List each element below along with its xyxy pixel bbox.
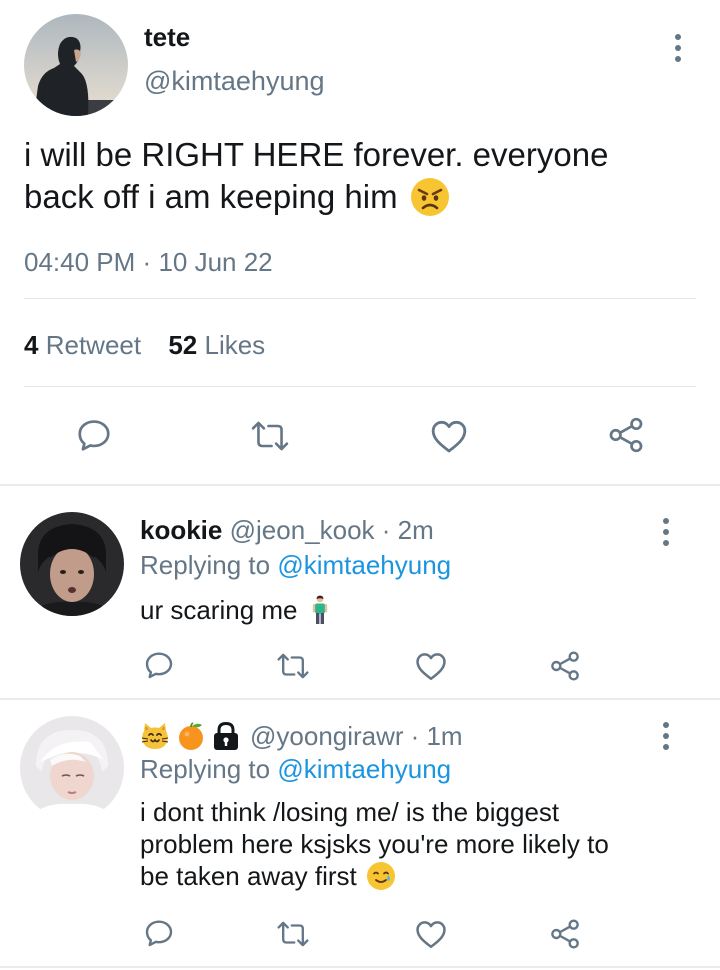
- retweet-icon[interactable]: [276, 651, 310, 681]
- reply-text-line: problem here ksjsks you're more likely t…: [140, 829, 609, 859]
- main-tweet-text: i will be RIGHT HERE forever. everyone b…: [24, 134, 704, 218]
- main-more-options-icon[interactable]: [674, 34, 682, 62]
- section-divider: [0, 484, 720, 486]
- replying-to-link[interactable]: @kimtaehyung: [277, 550, 451, 580]
- retweet-label: Retweet: [45, 330, 142, 360]
- cat-face-emoji: [140, 721, 170, 751]
- section-divider: [0, 966, 720, 968]
- like-icon[interactable]: [414, 918, 448, 950]
- retweet-icon[interactable]: [250, 418, 290, 454]
- reply-author-handle[interactable]: @jeon_kook: [230, 515, 375, 545]
- standing-person-emoji: [312, 595, 328, 625]
- angry-face-emoji: [410, 177, 450, 217]
- reply-context: Replying to @kimtaehyung: [140, 549, 451, 581]
- reply-header: @yoongirawr · 1m: [140, 720, 463, 752]
- replying-to-link[interactable]: @kimtaehyung: [277, 754, 451, 784]
- divider: [24, 298, 696, 299]
- main-tweet-text-line-1: i will be RIGHT HERE forever. everyone: [24, 136, 609, 173]
- share-icon[interactable]: [549, 650, 581, 682]
- reply-time: · 2m: [381, 515, 434, 545]
- main-author-name[interactable]: tete: [144, 22, 190, 52]
- reply-text: ur scaring me: [140, 594, 328, 626]
- main-tweet-text-line-2-text: back off i am keeping him: [24, 178, 398, 215]
- smiling-face-with-tear-emoji: [366, 861, 396, 891]
- main-tweet-date: 10 Jun 22: [158, 247, 273, 277]
- lock-emoji: [212, 721, 240, 751]
- main-tweet-timestamp: 04:40 PM · 10 Jun 22: [24, 247, 273, 277]
- reply-author-name[interactable]: kookie: [140, 515, 222, 545]
- share-icon[interactable]: [549, 918, 581, 950]
- divider: [24, 386, 696, 387]
- likes-count: 52: [168, 330, 198, 360]
- reply-more-options-icon[interactable]: [662, 722, 670, 750]
- reply-author-name[interactable]: [140, 721, 240, 751]
- main-tweet-text-line-2: back off i am keeping him: [24, 176, 704, 218]
- likes-stat[interactable]: 52 Likes: [168, 330, 265, 360]
- reply-text-line: ur scaring me: [140, 595, 298, 625]
- replying-to-label: Replying to: [140, 754, 271, 784]
- reply-author-avatar[interactable]: [20, 716, 124, 820]
- reply-author-avatar[interactable]: [20, 512, 124, 616]
- likes-label: Likes: [204, 330, 266, 360]
- timestamp-separator: ·: [142, 247, 152, 277]
- reply-author-handle[interactable]: @yoongirawr: [250, 720, 404, 752]
- retweet-icon[interactable]: [276, 919, 310, 949]
- retweet-count: 4: [24, 330, 39, 360]
- reply-text: i dont think /losing me/ is the biggest …: [140, 796, 609, 892]
- reply-context: Replying to @kimtaehyung: [140, 753, 451, 785]
- section-divider: [0, 698, 720, 700]
- like-icon[interactable]: [429, 417, 469, 455]
- reply-more-options-icon[interactable]: [662, 518, 670, 546]
- reply-icon[interactable]: [143, 649, 175, 681]
- main-author-avatar[interactable]: [24, 14, 128, 116]
- reply-text-line: i dont think /losing me/ is the biggest: [140, 797, 560, 827]
- retweet-stat[interactable]: 4 Retweet: [24, 330, 148, 360]
- like-icon[interactable]: [414, 650, 448, 682]
- reply-header: kookie @jeon_kook · 2m: [140, 514, 434, 546]
- main-author-handle[interactable]: @kimtaehyung: [144, 66, 325, 96]
- main-tweet-time: 04:40 PM: [24, 247, 136, 277]
- tangerine-emoji: [176, 721, 206, 751]
- reply-icon[interactable]: [75, 416, 113, 454]
- reply-text-line: be taken away first: [140, 861, 357, 891]
- reply-icon[interactable]: [143, 917, 175, 949]
- replying-to-label: Replying to: [140, 550, 271, 580]
- reply-text-line-with-emoji: be taken away first: [140, 860, 609, 892]
- reply-time: · 1m: [410, 721, 463, 751]
- tweet-stats: 4 Retweet 52 Likes: [24, 330, 265, 360]
- share-icon[interactable]: [607, 416, 645, 454]
